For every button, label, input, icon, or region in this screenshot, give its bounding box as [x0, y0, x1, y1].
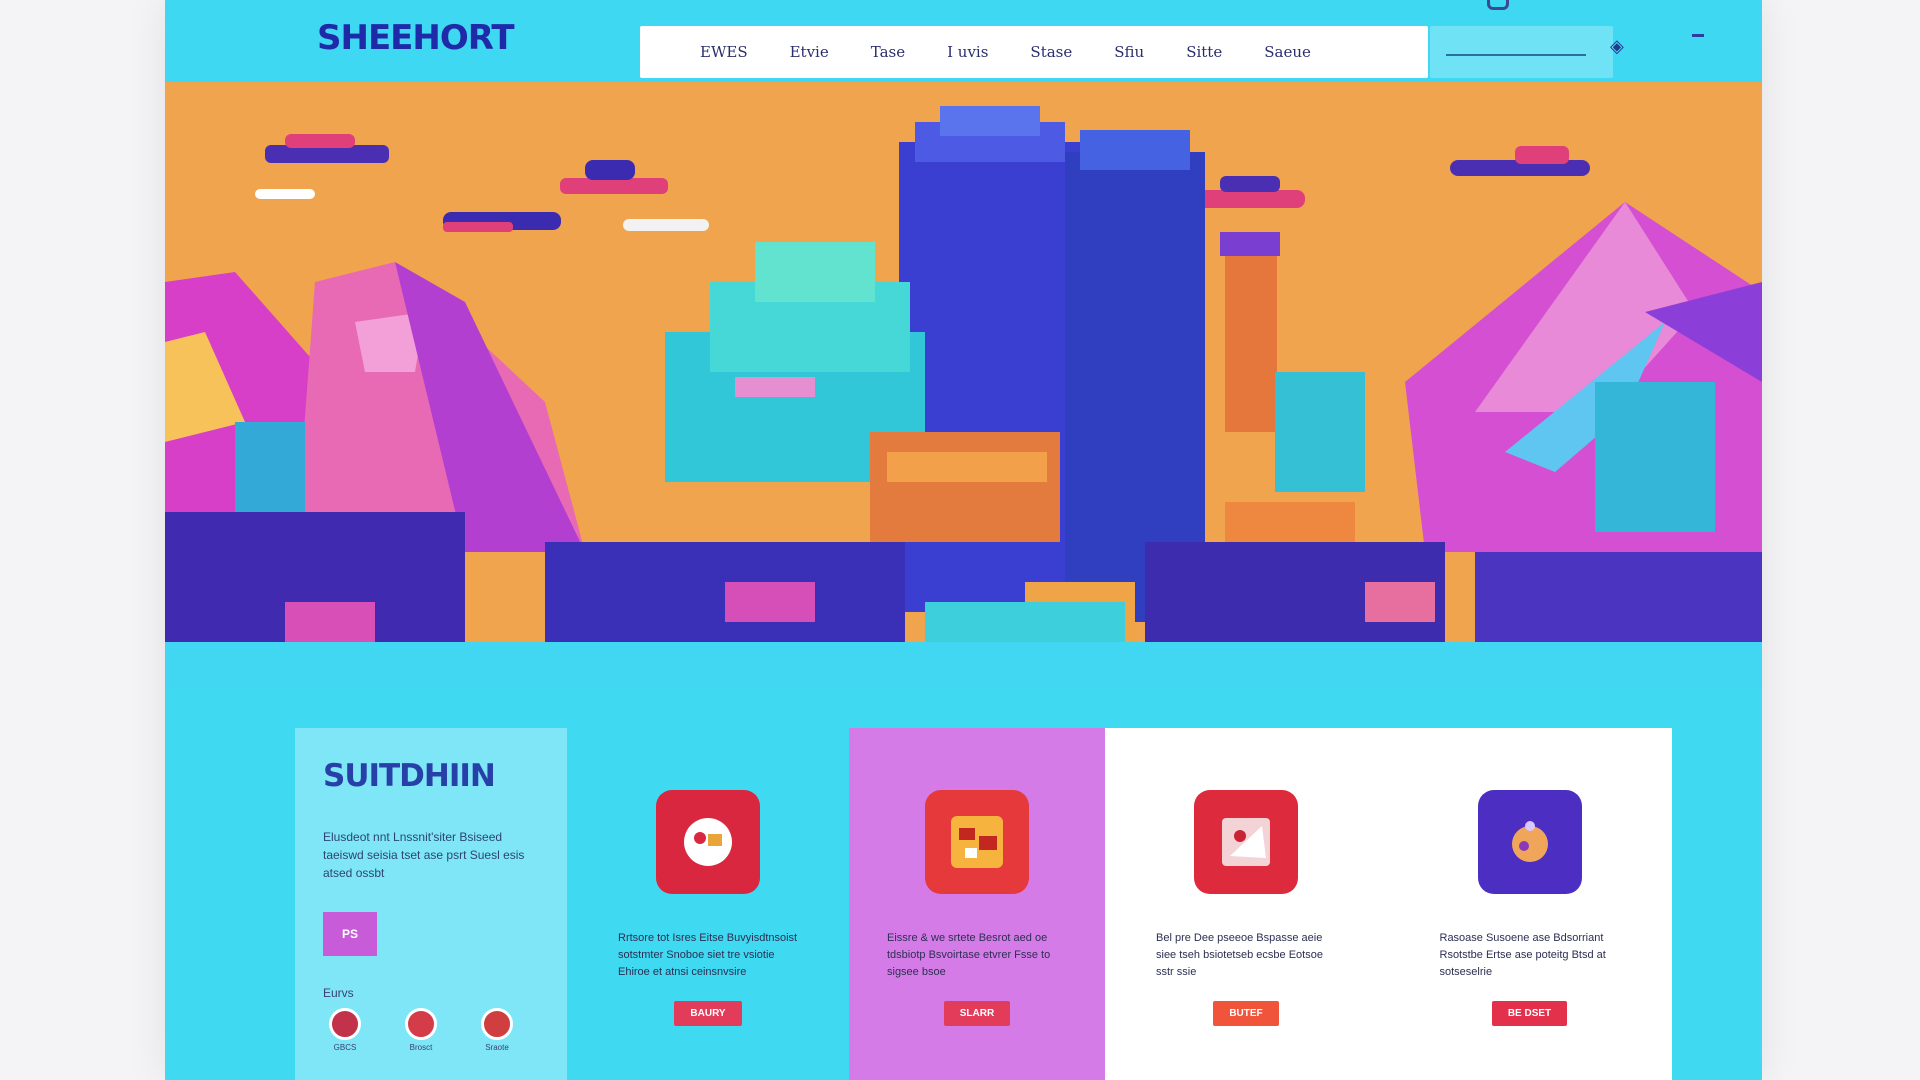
feature-text-2: Eissre & we srtete Besrot aed oe tdsbiot…	[887, 932, 1051, 978]
feature-card-4: Rasoase Susoene ase Bdsorriant Rsotstbe …	[1387, 728, 1672, 1080]
main-nav: EWES Etvie Tase I uvis Stase Sfiu Sitte …	[640, 26, 1428, 78]
feature-icon-4	[1477, 790, 1582, 894]
avatar-label: GBCS	[333, 1043, 357, 1052]
feature-button-3[interactable]: BUTEF	[1213, 1001, 1279, 1026]
menu-icon[interactable]	[1692, 34, 1704, 37]
site-logo[interactable]: SHEEHORT	[317, 18, 515, 58]
feature-button-2[interactable]: SLARR	[943, 1001, 1011, 1026]
feature-icon-art	[951, 816, 1003, 868]
avatar-image	[329, 1008, 361, 1040]
intro-panel: SUITDHIIN Elusdeot nnt Lnssnit'siter Bsi…	[295, 728, 567, 1080]
nav-item-4[interactable]: I uvis	[947, 43, 988, 61]
search-underline	[1446, 54, 1586, 56]
search-box	[1430, 26, 1613, 78]
hero-illustration	[165, 82, 1762, 688]
feature-icon-1	[656, 790, 760, 894]
nav-item-1[interactable]: EWES	[700, 43, 748, 61]
nav-item-2[interactable]: Etvie	[790, 43, 829, 61]
nav-item-8[interactable]: Saeue	[1264, 43, 1311, 61]
feature-text-1: Rrtsore tot Isres Eitse Buvyisdtnsoist s…	[618, 932, 798, 978]
feature-icon-2	[925, 790, 1029, 894]
search-icon[interactable]: ◈	[1610, 36, 1624, 57]
avatar-label: Brosct	[409, 1043, 433, 1052]
feature-text-3: Bel pre Dee pseeoe Bspasse aeie siee tse…	[1156, 932, 1323, 978]
feature-card-1: Rrtsore tot Isres Eitse Buvyisdtnsoist s…	[567, 728, 849, 1080]
feature-text-4: Rasoase Susoene ase Bdsorriant Rsotstbe …	[1439, 932, 1606, 978]
avatar[interactable]: GBCS	[323, 1008, 367, 1052]
feature-button-4[interactable]: BE DSET	[1491, 1001, 1568, 1026]
avatar-list: GBCS Brosct Sraote	[323, 1008, 539, 1052]
feature-cards: SUITDHIIN Elusdeot nnt Lnssnit'siter Bsi…	[295, 728, 1672, 1080]
intro-sub-label: Eurvs	[323, 986, 354, 1000]
avatar-image	[405, 1008, 437, 1040]
feature-icon-art	[1222, 818, 1270, 866]
avatar-label: Sraote	[485, 1043, 509, 1052]
feature-button-1[interactable]: BAURY	[674, 1001, 742, 1026]
feature-icon-3	[1194, 790, 1298, 894]
intro-text: Elusdeot nnt Lnssnit'siter Bsiseed taeis…	[323, 830, 525, 880]
feature-card-2: Eissre & we srtete Besrot aed oe tdsbiot…	[849, 728, 1105, 1080]
nav-item-6[interactable]: Sfiu	[1114, 43, 1144, 61]
avatar[interactable]: Sraote	[475, 1008, 519, 1052]
feature-card-3: Bel pre Dee pseeoe Bspasse aeie siee tse…	[1105, 728, 1387, 1080]
avatar[interactable]: Brosct	[399, 1008, 443, 1052]
avatar-image	[481, 1008, 513, 1040]
website-frame: SHEEHORT EWES Etvie Tase I uvis Stase Sf…	[165, 0, 1762, 1080]
nav-item-3[interactable]: Tase	[871, 43, 905, 61]
search-input[interactable]	[1442, 38, 1582, 66]
intro-title: SUITDHIIN	[323, 758, 496, 794]
nav-item-5[interactable]: Stase	[1030, 43, 1072, 61]
site-header: SHEEHORT EWES Etvie Tase I uvis Stase Sf…	[165, 0, 1762, 82]
feature-icon-art	[684, 818, 732, 866]
feature-icon-art	[1511, 821, 1548, 862]
intro-button[interactable]: PS	[323, 912, 377, 956]
account-icon[interactable]	[1487, 0, 1509, 10]
hero-banner	[165, 82, 1762, 688]
nav-item-7[interactable]: Sitte	[1186, 43, 1222, 61]
